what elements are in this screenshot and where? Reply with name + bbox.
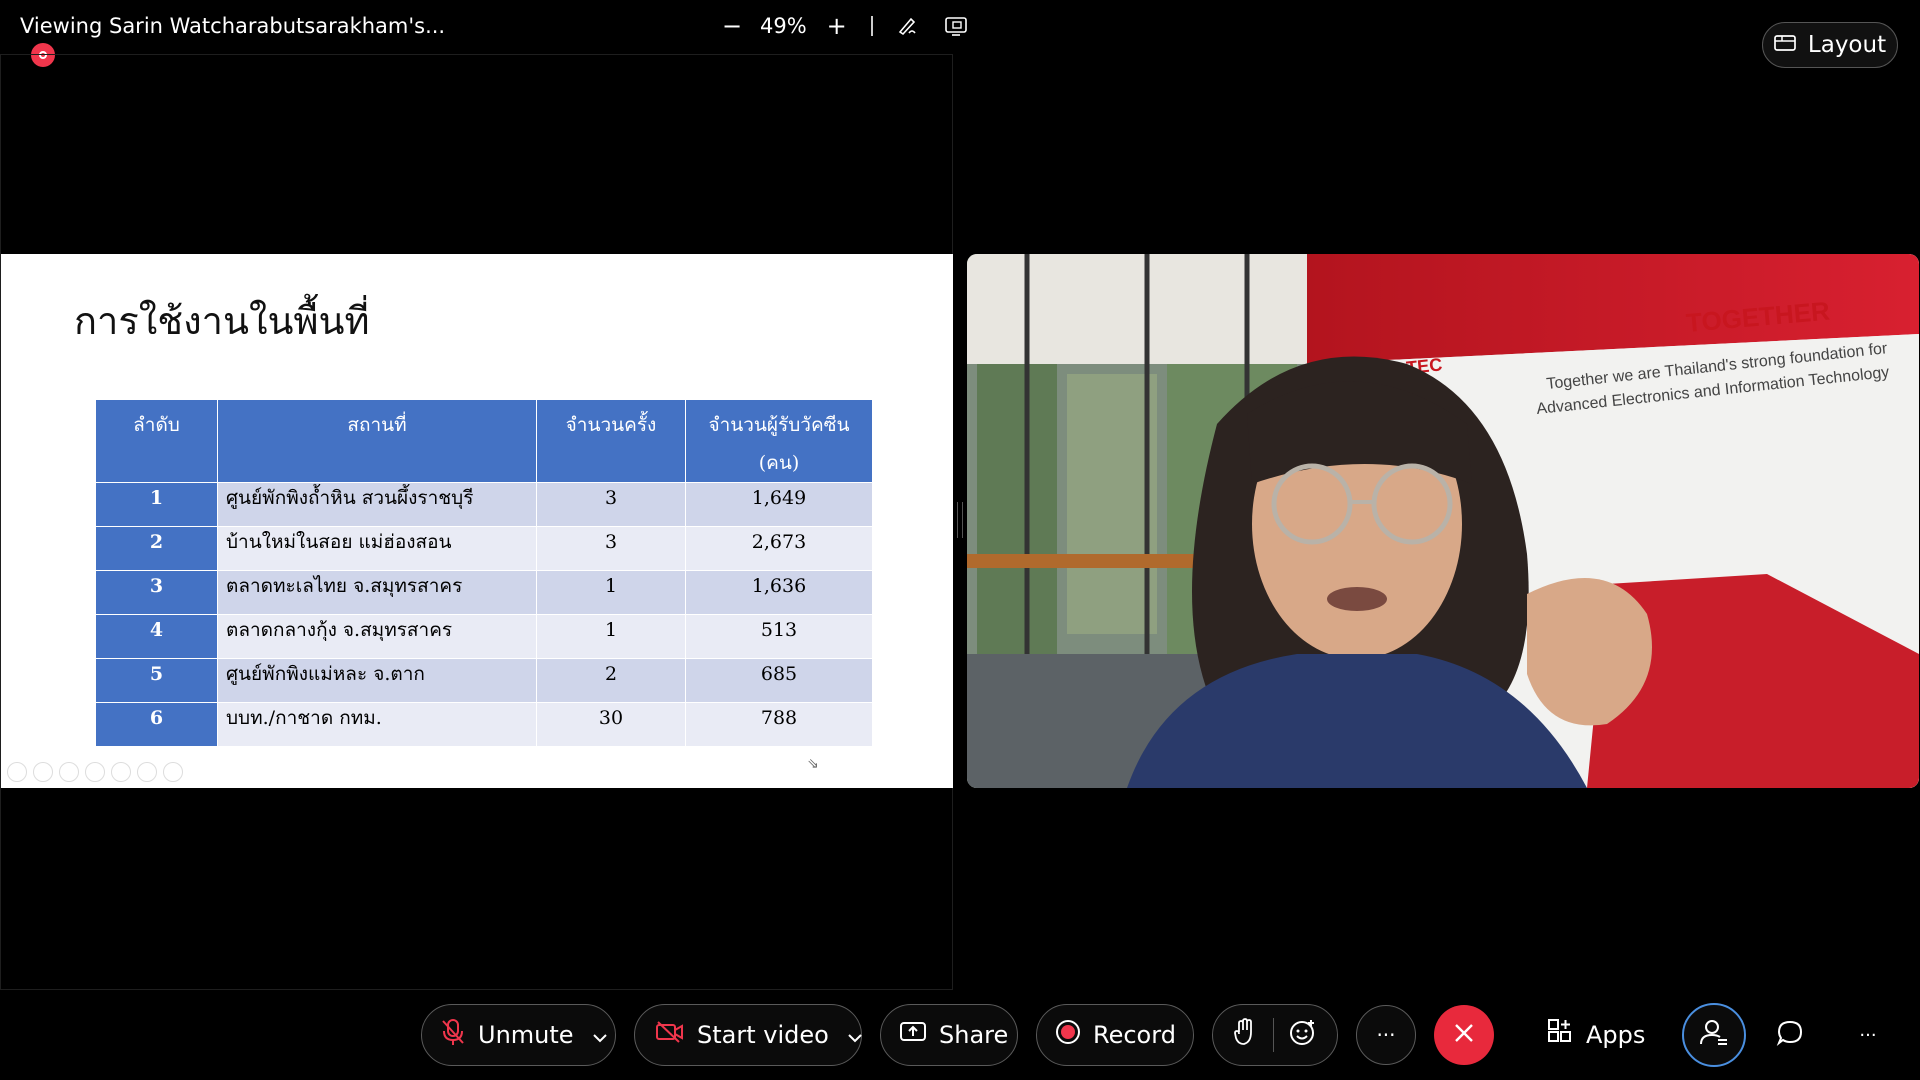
participants-icon <box>1699 1018 1729 1052</box>
row-number: 3 <box>95 570 218 615</box>
more-options-icon: ··· <box>1376 1023 1396 1047</box>
layout-button[interactable]: Layout <box>1762 22 1898 68</box>
zoom-controls: − 49% + <box>718 10 991 42</box>
slide-more-icon[interactable] <box>163 762 183 782</box>
row-people: 685 <box>685 658 873 703</box>
row-people: 788 <box>685 702 873 747</box>
apps-icon <box>1546 1018 1574 1052</box>
chat-button[interactable] <box>1760 1005 1820 1065</box>
zoom-in-button[interactable]: + <box>823 12 851 40</box>
slide-nav-controls <box>7 762 183 782</box>
col-header-place: สถานที่ <box>217 399 537 483</box>
slide-prev-icon[interactable] <box>7 762 27 782</box>
slide-next-icon[interactable] <box>33 762 53 782</box>
close-icon <box>1453 1022 1475 1048</box>
table-row: 3 ตลาดทะเลไทย จ.สมุทรสาคร 1 1,636 <box>95 570 873 615</box>
share-label: Share <box>939 1021 1009 1049</box>
row-times: 3 <box>536 526 686 571</box>
row-people: 1,636 <box>685 570 873 615</box>
layout-icon <box>1774 32 1796 58</box>
shared-slide: การใช้งานในพื้นที่ ลำดับ สถานที่ จำนวนคร… <box>1 254 953 788</box>
row-times: 1 <box>536 614 686 659</box>
table-row: 1 ศูนย์พักพิงถ้ำหิน สวนผึ้งราชบุรี 3 1,6… <box>95 482 873 527</box>
more-options-button[interactable]: ··· <box>1356 1005 1416 1065</box>
share-screen-icon <box>899 1020 927 1050</box>
row-number: 4 <box>95 614 218 659</box>
chevron-down-icon[interactable] <box>847 1021 863 1049</box>
row-times: 1 <box>536 570 686 615</box>
record-icon <box>1055 1019 1081 1051</box>
row-number: 5 <box>95 658 218 703</box>
col-header-people-line2: (คน) <box>758 452 800 474</box>
table-row: 5 ศูนย์พักพิงแม่หละ จ.ตาก 2 685 <box>95 658 873 703</box>
record-label: Record <box>1093 1021 1176 1049</box>
unmute-label: Unmute <box>478 1021 574 1049</box>
col-header-times: จำนวนครั้ง <box>536 399 686 483</box>
zoom-value: 49% <box>760 14 807 38</box>
row-place: ตลาดทะเลไทย จ.สมุทรสาคร <box>217 570 537 615</box>
unmute-button[interactable]: Unmute <box>421 1004 616 1066</box>
raise-hand-icon[interactable] <box>1233 1018 1257 1052</box>
row-number: 2 <box>95 526 218 571</box>
video-off-icon <box>655 1020 685 1050</box>
start-video-button[interactable]: Start video <box>634 1004 862 1066</box>
slide-zoom-icon[interactable] <box>111 762 131 782</box>
mouse-cursor-icon: ⇘ <box>807 756 819 772</box>
chat-bubble-icon <box>1776 1019 1804 1051</box>
row-place: ศูนย์พักพิงแม่หละ จ.ตาก <box>217 658 537 703</box>
row-people: 1,649 <box>685 482 873 527</box>
chevron-down-icon[interactable] <box>592 1021 608 1049</box>
leave-meeting-button[interactable] <box>1434 1005 1494 1065</box>
share-button[interactable]: Share <box>880 1004 1018 1066</box>
row-times: 2 <box>536 658 686 703</box>
overflow-menu-icon: ··· <box>1859 1024 1877 1046</box>
layout-label: Layout <box>1807 32 1887 58</box>
video-frame: TOGETHER Together we are Thailand's stro… <box>967 254 1919 788</box>
vaccination-table: ลำดับ สถานที่ จำนวนครั้ง จำนวนผู้รับวัคซ… <box>95 399 873 747</box>
mic-muted-icon <box>440 1018 466 1052</box>
pane-resize-handle[interactable] <box>957 502 963 538</box>
reactions-group <box>1212 1004 1338 1066</box>
participant-video: TOGETHER Together we are Thailand's stro… <box>967 254 1919 788</box>
row-place: ศูนย์พักพิงถ้ำหิน สวนผึ้งราชบุรี <box>217 482 537 527</box>
row-people: 2,673 <box>685 526 873 571</box>
start-video-label: Start video <box>697 1021 829 1049</box>
reactions-divider <box>1272 1018 1274 1052</box>
row-place: บบท./กาชาด กทม. <box>217 702 537 747</box>
col-header-order: ลำดับ <box>95 399 218 483</box>
annotate-pen-icon[interactable] <box>895 14 921 38</box>
table-row: 2 บ้านใหม่ในสอย แม่ฮ่องสอน 3 2,673 <box>95 526 873 571</box>
row-times: 30 <box>536 702 686 747</box>
table-row: 6 บบท./กาชาด กทม. 30 788 <box>95 702 873 747</box>
record-button[interactable]: Record <box>1036 1004 1194 1066</box>
row-place: บ้านใหม่ในสอย แม่ฮ่องสอน <box>217 526 537 571</box>
overflow-menu-button[interactable]: ··· <box>1838 1005 1898 1065</box>
col-header-people: จำนวนผู้รับวัคซีน (คน) <box>685 399 873 483</box>
apps-label: Apps <box>1586 1021 1646 1049</box>
table-row: 4 ตลาดกลางกุ้ง จ.สมุทรสาคร 1 513 <box>95 614 873 659</box>
fit-screen-icon[interactable] <box>943 14 969 38</box>
row-people: 513 <box>685 614 873 659</box>
slide-pen-icon[interactable] <box>59 762 79 782</box>
zoom-divider <box>870 16 873 36</box>
apps-button[interactable]: Apps <box>1546 1004 1645 1066</box>
slide-settings-icon[interactable] <box>85 762 105 782</box>
col-header-people-line1: จำนวนผู้รับวัคซีน <box>708 414 850 436</box>
participants-button[interactable] <box>1682 1003 1746 1067</box>
zoom-out-button[interactable]: − <box>718 12 746 40</box>
row-place: ตลาดกลางกุ้ง จ.สมุทรสาคร <box>217 614 537 659</box>
emoji-reaction-icon[interactable] <box>1289 1018 1317 1052</box>
row-number: 6 <box>95 702 218 747</box>
row-number: 1 <box>95 482 218 527</box>
slide-grid-icon[interactable] <box>137 762 157 782</box>
row-times: 3 <box>536 482 686 527</box>
share-title: Viewing Sarin Watcharabutsarakham's... <box>20 14 446 38</box>
slide-title: การใช้งานในพื้นที่ <box>74 299 370 343</box>
